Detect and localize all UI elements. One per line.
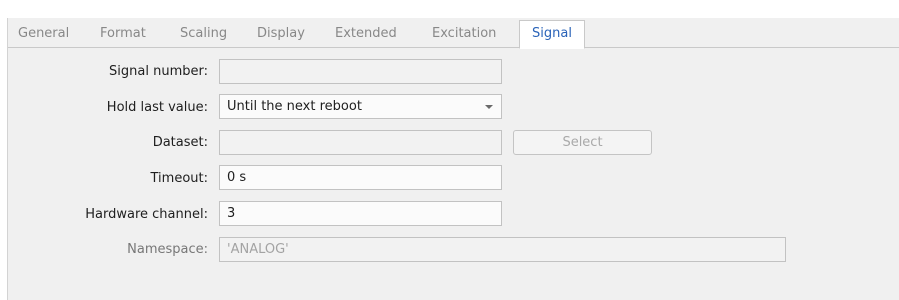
tab-excitation[interactable]: Excitation [432,27,496,47]
timeout-input[interactable]: 0 s [219,165,502,190]
dataset-label: Dataset: [152,135,208,150]
dataset-input[interactable] [219,130,502,155]
namespace-label: Namespace: [127,242,208,257]
signal-number-label: Signal number: [109,64,208,79]
namespace-input[interactable]: 'ANALOG' [219,237,786,262]
tab-scaling[interactable]: Scaling [180,27,227,47]
dialog-frame: General Format Scaling Display Extended … [7,18,899,300]
hold-last-value-dropdown[interactable]: Until the next reboot [219,94,502,119]
signal-number-input[interactable] [219,59,502,84]
hardware-channel-label: Hardware channel: [85,207,208,222]
select-button[interactable]: Select [513,130,652,155]
tab-extended[interactable]: Extended [335,27,397,47]
tab-format[interactable]: Format [100,27,146,47]
chevron-down-icon[interactable] [485,105,493,109]
tab-signal[interactable]: Signal [519,20,585,49]
hold-last-value-label: Hold last value: [106,100,208,115]
hold-last-value-selected: Until the next reboot [227,99,362,114]
tab-general[interactable]: General [18,27,69,47]
tab-display[interactable]: Display [257,27,305,47]
tab-strip: General Format Scaling Display Extended … [8,18,899,49]
signal-panel: Signal number: Hold last value: Until th… [8,48,899,300]
timeout-label: Timeout: [150,171,208,186]
hardware-channel-input[interactable]: 3 [219,201,502,226]
